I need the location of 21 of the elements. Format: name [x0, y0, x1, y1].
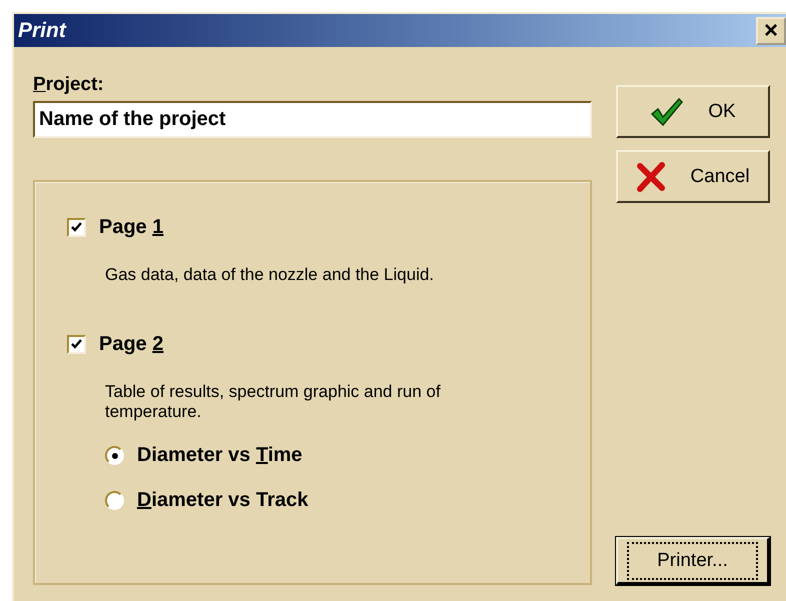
- ok-button[interactable]: OK: [616, 85, 770, 138]
- checkmark-icon: [70, 221, 83, 234]
- page-description: Table of results, spectrum graphic and run of temperature.: [105, 382, 442, 422]
- radio-label[interactable]: Diameter vs Time: [137, 444, 302, 467]
- cross-icon: [636, 162, 666, 192]
- checkbox[interactable]: [67, 218, 86, 237]
- checkmark-icon: [70, 338, 83, 351]
- checkmark-icon: [650, 96, 684, 126]
- printer-button[interactable]: Printer...: [616, 537, 770, 585]
- checkbox-label[interactable]: Page 1: [99, 216, 164, 239]
- checkbox[interactable]: [67, 335, 86, 354]
- window-title: Print: [18, 18, 66, 42]
- project-label: Project:: [33, 74, 104, 96]
- radio-label[interactable]: Diameter vs Track: [137, 489, 308, 512]
- checkbox-label[interactable]: Page 2: [99, 333, 164, 356]
- project-field[interactable]: Name of the project: [33, 101, 592, 138]
- cancel-button[interactable]: Cancel: [616, 150, 770, 203]
- radio-button[interactable]: [105, 491, 124, 510]
- close-button[interactable]: ×: [756, 16, 786, 44]
- page-description: Gas data, data of the nozzle and the Liquid.: [105, 265, 435, 285]
- radio-button[interactable]: [105, 446, 124, 465]
